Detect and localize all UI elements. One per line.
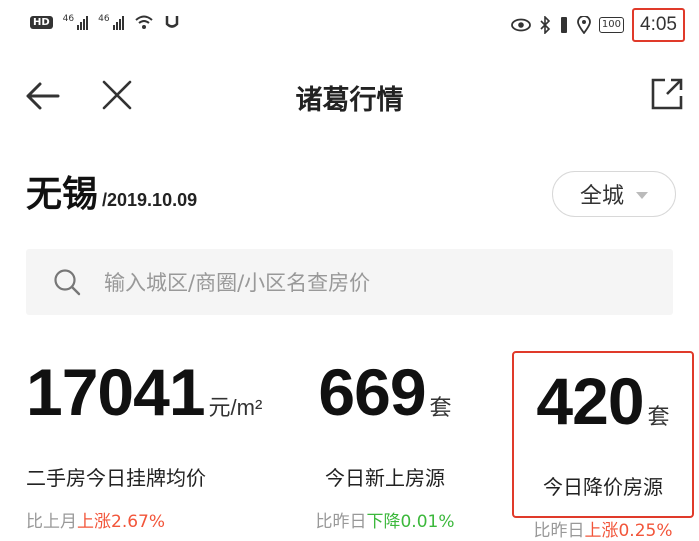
stat-unit: 套 (429, 395, 452, 420)
stat-value: 669 套 (290, 352, 480, 448)
stat-label: 今日新上房源 (325, 466, 445, 490)
scope-dropdown[interactable]: 全城 (552, 171, 676, 217)
chevron-down-icon (636, 192, 648, 199)
stat-compare: 比上月 (26, 512, 77, 532)
city-header: 无锡/2019.10.09 全城 (26, 165, 676, 225)
stat-value: 17041 元/m² (26, 352, 266, 448)
wifi-icon (134, 15, 153, 29)
search-icon (54, 269, 81, 296)
stat-label: 二手房今日挂牌均价 (26, 466, 206, 490)
battery-icon: 100 (598, 17, 625, 33)
signal-icon: 46 (62, 14, 89, 30)
stat-value: 420 套 (514, 361, 692, 457)
signal-icon-2: 46 (98, 14, 124, 30)
stat-unit: 元/m² (208, 395, 263, 420)
page-title: 诸葛行情 (295, 85, 404, 116)
stat-number: 420 (536, 364, 644, 438)
search-input[interactable]: 输入城区/商圈/小区名查房价 (26, 249, 673, 315)
stat-change-value: 上涨0.25% (584, 521, 673, 541)
city-date: /2019.10.09 (102, 190, 198, 210)
bluetooth-icon (540, 16, 551, 34)
vibrate-icon (560, 17, 567, 33)
stat-change-value: 下降0.01% (366, 512, 455, 532)
network-type-2: 46 (98, 14, 110, 24)
status-right: 100 4:05 (511, 8, 685, 42)
status-left: HD 46 46 (30, 14, 180, 30)
stat-compare: 比昨日 (533, 521, 585, 541)
network-type: 46 (62, 14, 75, 24)
stat-new-listings[interactable]: 669 套 今日新上房源 比昨日下降0.01% (290, 352, 480, 532)
stat-number: 17041 (26, 355, 206, 429)
eye-icon (511, 18, 531, 32)
status-bar: HD 46 46 100 4:05 (0, 0, 699, 50)
stat-change: 比上月上涨2.67% (26, 507, 266, 532)
status-time: 4:05 (632, 8, 685, 42)
notification-icon (165, 16, 178, 28)
stat-unit: 套 (647, 404, 670, 429)
stat-change: 比昨日上涨0.25% (514, 516, 692, 541)
stat-label: 今日降价房源 (543, 475, 663, 499)
location-icon (577, 16, 591, 34)
stat-compare: 比昨日 (315, 512, 367, 532)
scope-label: 全城 (579, 184, 624, 209)
stat-price-cuts[interactable]: 420 套 今日降价房源 比昨日上涨0.25% (512, 351, 694, 541)
city-name: 无锡 (26, 174, 99, 215)
stat-change: 比昨日下降0.01% (290, 507, 480, 532)
stat-avg-price[interactable]: 17041 元/m² 二手房今日挂牌均价 比上月上涨2.67% (26, 352, 266, 532)
stat-number: 669 (318, 355, 426, 429)
search-placeholder: 输入城区/商圈/小区名查房价 (104, 271, 371, 295)
hd-badge: HD (30, 15, 53, 29)
share-icon[interactable] (649, 76, 685, 112)
stat-change-value: 上涨2.67% (77, 512, 166, 532)
nav-bar: 诸葛行情 (0, 60, 699, 130)
